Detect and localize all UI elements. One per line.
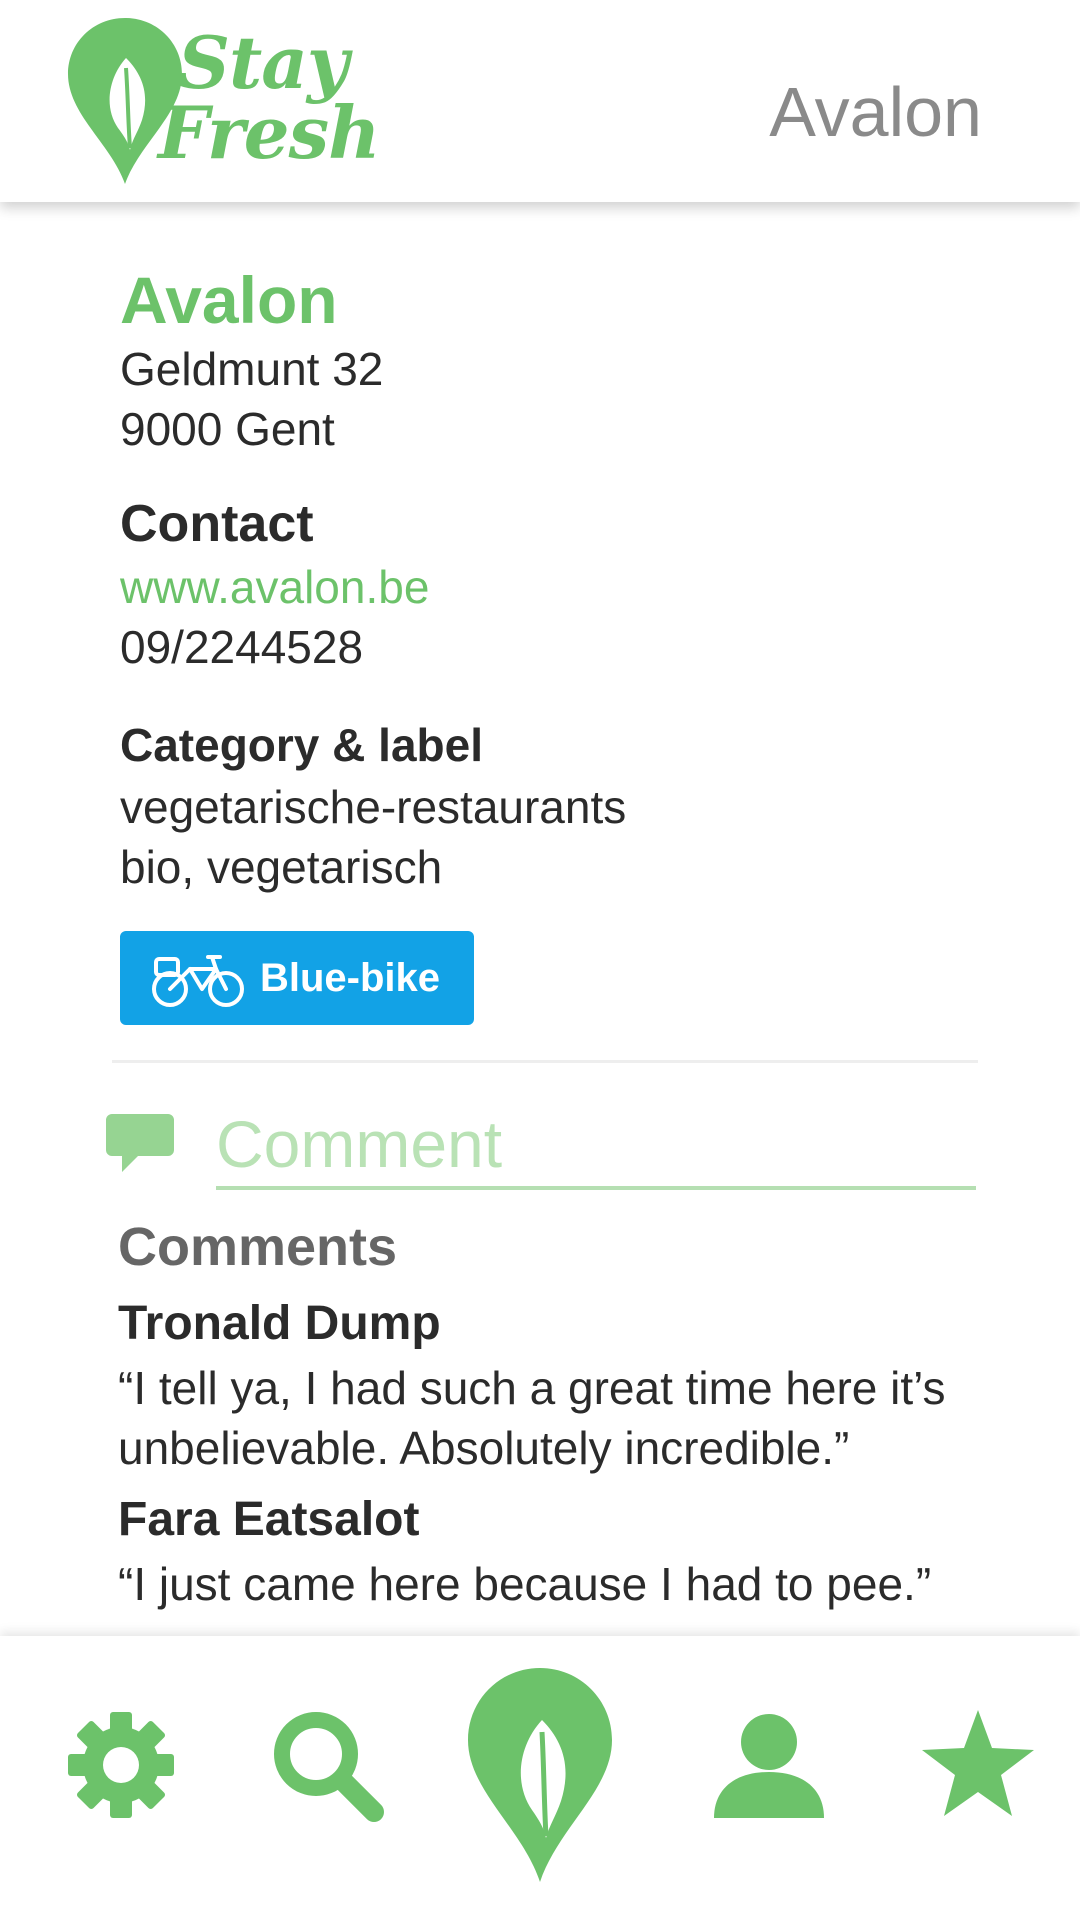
bicycle-icon xyxy=(152,955,244,1007)
phone-number[interactable]: 09/2244528 xyxy=(120,620,363,674)
labels-value: bio, vegetarisch xyxy=(120,841,443,893)
place-name: Avalon xyxy=(120,263,338,337)
header-title: Avalon xyxy=(769,73,982,151)
comment-author: Tronald Dump xyxy=(118,1297,441,1350)
bluebike-label: Blue-bike xyxy=(260,955,441,1000)
search-icon[interactable] xyxy=(270,1708,386,1824)
logo-wordmark: Stay Fresh xyxy=(158,20,478,169)
comments-heading: Comments xyxy=(118,1217,398,1277)
app-header: Stay Fresh Avalon xyxy=(0,0,1080,202)
category-value: vegetarische-restaurants xyxy=(120,781,627,833)
place-detail[interactable]: Avalon Geldmunt 32 9000 Gent Contact www… xyxy=(0,202,1080,1636)
star-icon[interactable] xyxy=(920,1708,1036,1820)
comment-text: “I tell ya, I had such a great time here… xyxy=(118,1362,946,1474)
divider xyxy=(112,1060,978,1063)
category-title: Category & label xyxy=(120,719,483,771)
contact-title: Contact xyxy=(120,495,314,553)
bluebike-button[interactable]: Blue-bike xyxy=(120,931,474,1025)
logo-text-line2: Fresh xyxy=(158,90,380,175)
logo-text-line1: Stay xyxy=(178,20,349,105)
map-pin-icon[interactable] xyxy=(466,1666,614,1884)
comment-input[interactable] xyxy=(216,1102,976,1190)
address-line1: Geldmunt 32 xyxy=(120,343,384,395)
profile-icon[interactable] xyxy=(712,1712,826,1820)
stay-fresh-logo[interactable]: Stay Fresh xyxy=(66,16,426,186)
comment-text: “I just came here because I had to pee.” xyxy=(118,1558,932,1610)
bottom-nav xyxy=(0,1636,1080,1920)
comment-author: Fara Eatsalot xyxy=(118,1493,420,1546)
website-link[interactable]: www.avalon.be xyxy=(120,560,429,614)
gear-icon[interactable] xyxy=(66,1710,176,1820)
speech-bubble-icon xyxy=(106,1114,174,1172)
address-line2: 9000 Gent xyxy=(120,403,335,455)
